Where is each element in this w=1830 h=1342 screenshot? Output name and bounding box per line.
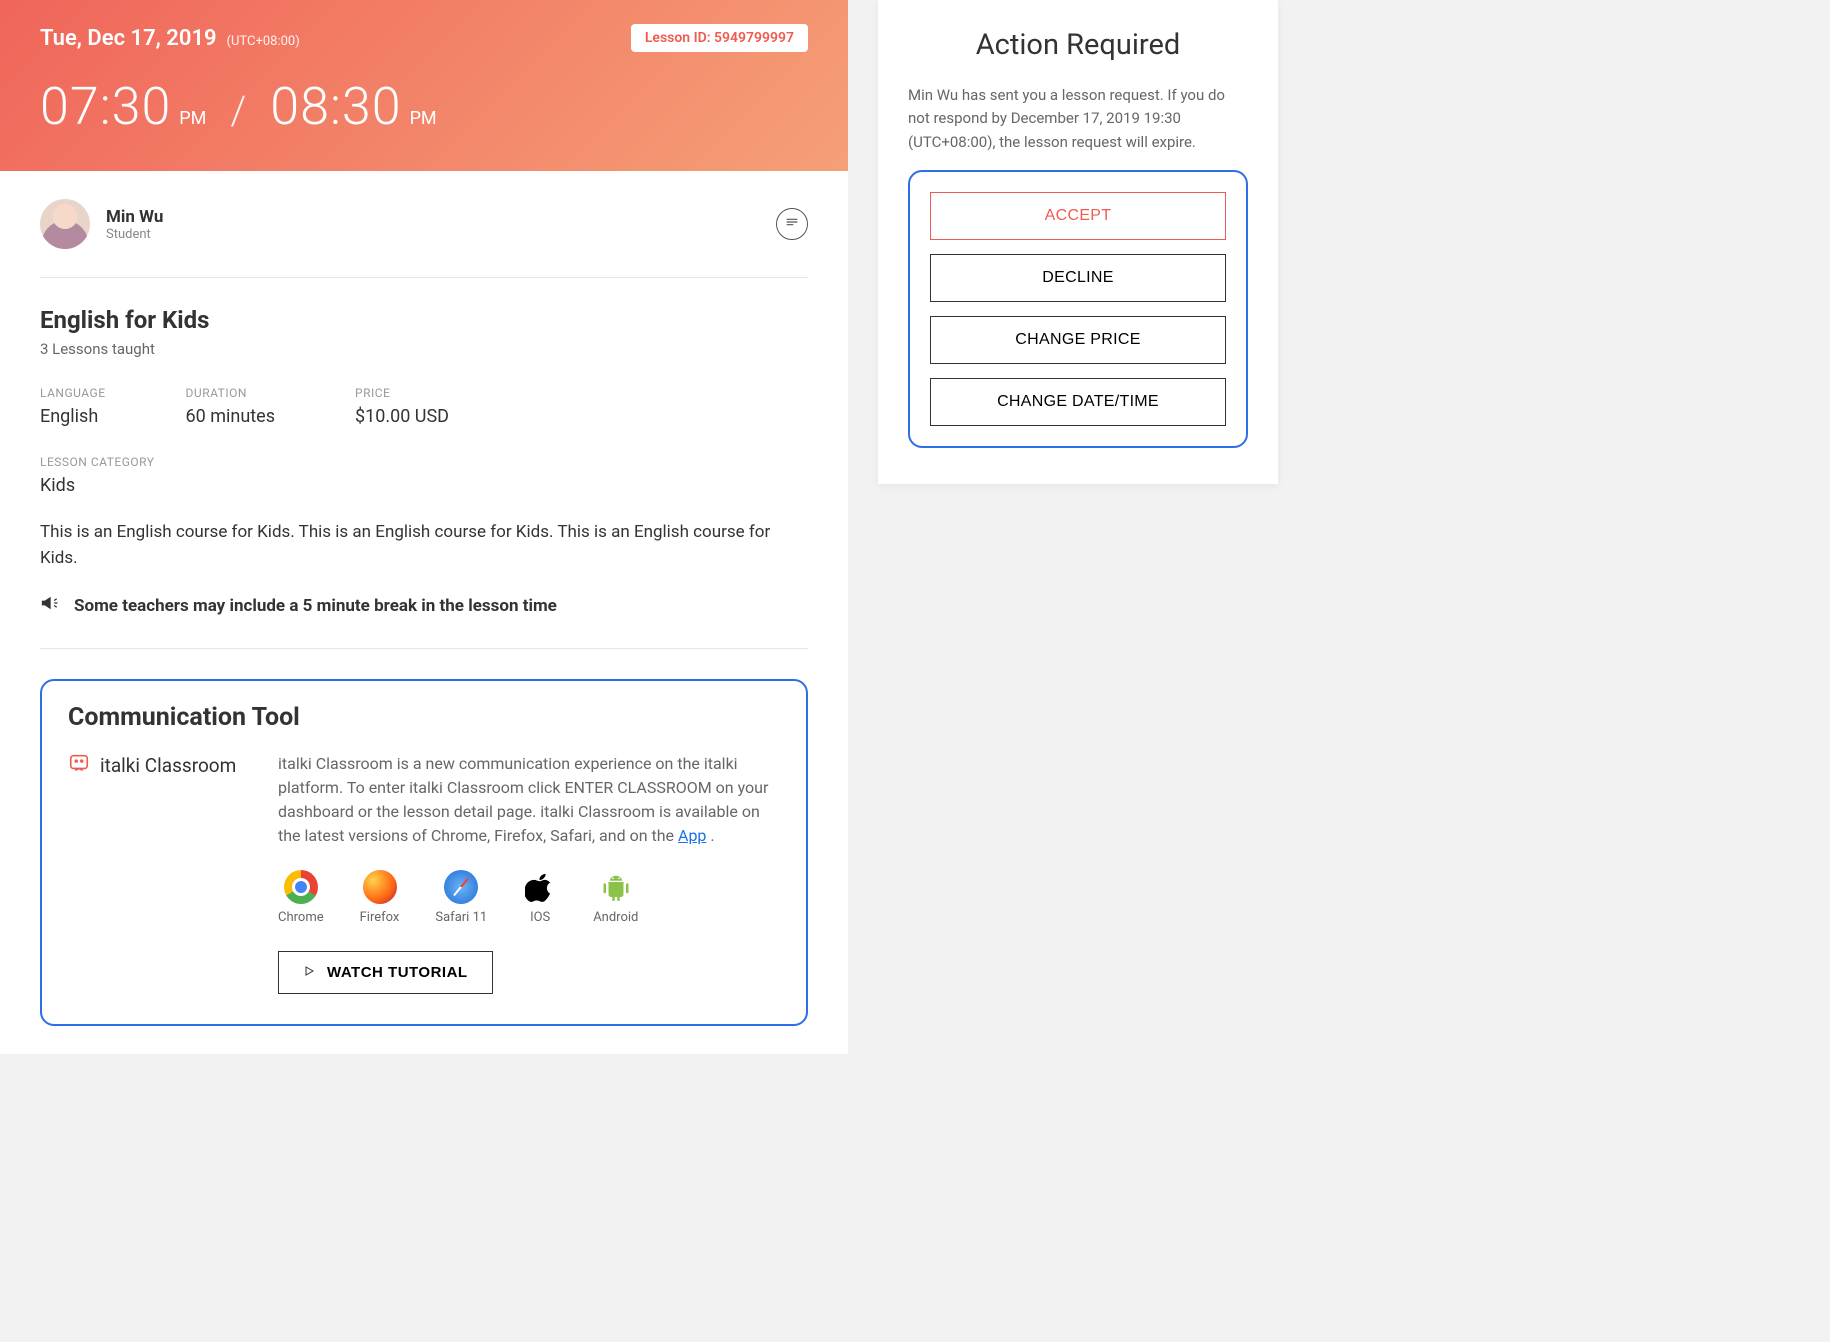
message-icon[interactable] <box>776 208 808 240</box>
price-value: $10.00 USD <box>355 406 449 427</box>
language-value: English <box>40 406 106 427</box>
course-title: English for Kids <box>40 306 808 334</box>
accept-button[interactable]: ACCEPT <box>930 192 1226 240</box>
platform-chrome: Chrome <box>278 870 324 925</box>
lesson-id-badge: Lesson ID: 5949799997 <box>631 24 808 52</box>
platform-android: Android <box>593 870 638 925</box>
start-time: 07:30 <box>40 76 171 137</box>
duration-value: 60 minutes <box>186 406 275 427</box>
firefox-icon <box>363 870 397 904</box>
change-price-button[interactable]: CHANGE PRICE <box>930 316 1226 364</box>
action-sidebar: Action Required Min Wu has sent you a le… <box>878 0 1278 484</box>
play-icon <box>303 964 315 981</box>
communication-heading: Communication Tool <box>68 703 780 732</box>
break-note: Some teachers may include a 5 minute bre… <box>40 593 808 649</box>
category-label: LESSON CATEGORY <box>40 455 808 469</box>
language-label: LANGUAGE <box>40 386 106 400</box>
duration-label: DURATION <box>186 386 275 400</box>
sidebar-description: Min Wu has sent you a lesson request. If… <box>908 84 1248 154</box>
platform-list: Chrome Firefox Safari 11 <box>278 870 780 925</box>
chrome-icon <box>284 870 318 904</box>
lessons-taught: 3 Lessons taught <box>40 340 808 358</box>
lesson-time-range: 07:30PM / 08:30PM <box>40 76 808 137</box>
course-description: This is an English course for Kids. This… <box>40 520 808 571</box>
student-role: Student <box>106 227 163 242</box>
lesson-detail-panel: Tue, Dec 17, 2019 (UTC+08:00) Lesson ID:… <box>0 0 848 1054</box>
apple-icon <box>523 870 557 904</box>
lesson-date: Tue, Dec 17, 2019 (UTC+08:00) <box>40 26 300 51</box>
platform-ios: IOS <box>523 870 557 925</box>
decline-button[interactable]: DECLINE <box>930 254 1226 302</box>
communication-tool-section: Communication Tool italki Classroom ital… <box>40 679 808 1026</box>
android-icon <box>599 870 633 904</box>
student-row: Min Wu Student <box>40 199 808 278</box>
avatar[interactable] <box>40 199 90 249</box>
safari-icon <box>444 870 478 904</box>
classroom-icon <box>68 752 90 778</box>
category-value: Kids <box>40 475 808 496</box>
sidebar-title: Action Required <box>908 28 1248 62</box>
change-date-time-button[interactable]: CHANGE DATE/TIME <box>930 378 1226 426</box>
lesson-hero: Tue, Dec 17, 2019 (UTC+08:00) Lesson ID:… <box>0 0 848 171</box>
end-time: 08:30 <box>270 76 401 137</box>
app-link[interactable]: App <box>678 826 706 845</box>
megaphone-icon <box>40 593 60 618</box>
watch-tutorial-button[interactable]: WATCH TUTORIAL <box>278 951 493 994</box>
communication-description: italki Classroom is a new communication … <box>278 752 780 848</box>
platform-firefox: Firefox <box>360 870 400 925</box>
student-name: Min Wu <box>106 207 163 227</box>
action-button-group: ACCEPT DECLINE CHANGE PRICE CHANGE DATE/… <box>908 170 1248 448</box>
platform-safari: Safari 11 <box>435 870 487 925</box>
communication-tool-name: italki Classroom <box>100 754 236 777</box>
price-label: PRICE <box>355 386 449 400</box>
